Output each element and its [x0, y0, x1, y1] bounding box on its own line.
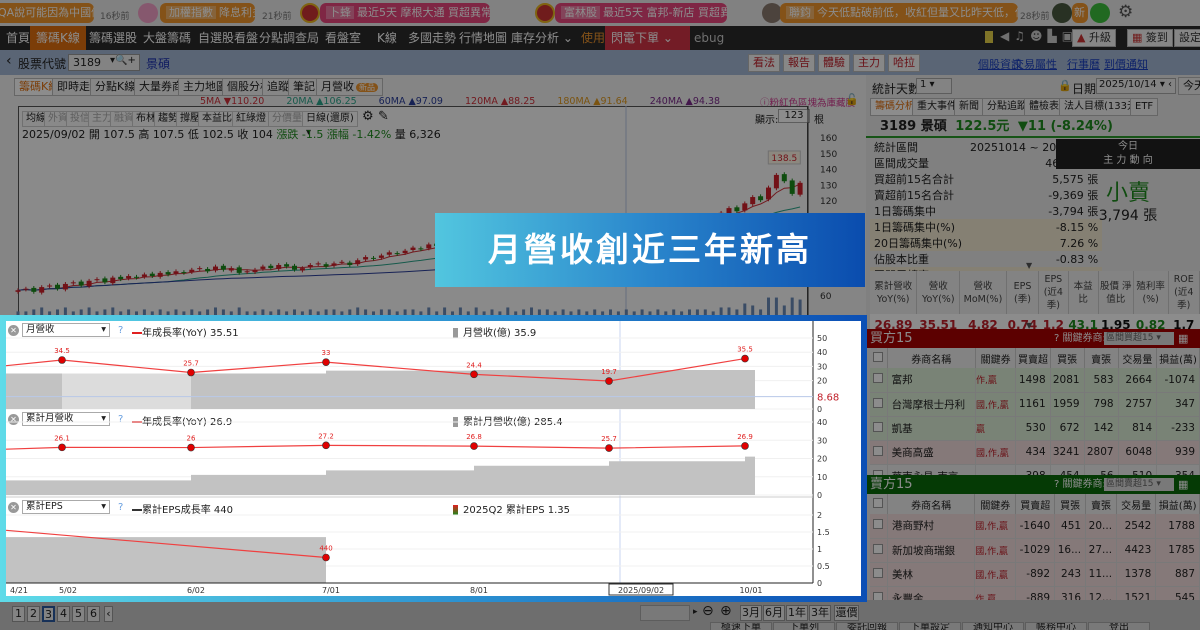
- growth-point-label: 26: [187, 435, 196, 443]
- growth-point[interactable]: [322, 441, 330, 450]
- y-tick: 0: [817, 491, 822, 500]
- y-tick: 40: [817, 418, 827, 427]
- revenue-charts[interactable]: 5040302008.6834.525.73324.419.735.540302…: [6, 321, 861, 596]
- growth-point[interactable]: [187, 443, 195, 452]
- marker-value: 8.68: [817, 393, 839, 404]
- growth-point[interactable]: [741, 354, 749, 363]
- x-tick: 5/02: [59, 586, 77, 595]
- revenue-bar-highlight: [62, 373, 191, 409]
- growth-point-label: 26.9: [737, 433, 753, 441]
- growth-point-label: 25.7: [601, 435, 617, 443]
- growth-line: [6, 444, 746, 450]
- growth-point-label: 440: [319, 545, 332, 553]
- y-tick: 30: [817, 436, 827, 445]
- growth-point-label: 33: [322, 349, 331, 357]
- y-tick: 50: [817, 334, 827, 343]
- growth-point[interactable]: [58, 443, 66, 452]
- growth-point-label: 26.1: [54, 434, 70, 442]
- growth-point-label: 19.7: [601, 368, 617, 376]
- growth-point[interactable]: [322, 553, 330, 562]
- growth-point[interactable]: [605, 444, 613, 452]
- growth-point-label: 34.5: [54, 347, 70, 355]
- growth-point-label: 35.5: [737, 346, 753, 354]
- growth-point[interactable]: [58, 356, 66, 364]
- revenue-highlight-panel: ✕ 月營收 ▾? 年成長率(YoY) 35.51 月營收(億) 35.9 ✕ 累計月營收 ▾?…: [0, 315, 867, 602]
- y-tick: 0: [817, 579, 822, 588]
- y-tick: 20: [817, 455, 827, 464]
- growth-point[interactable]: [605, 377, 613, 385]
- y-tick: 2: [817, 511, 822, 520]
- x-tick: 6/02: [187, 586, 205, 595]
- x-tick: 4/21: [10, 586, 28, 595]
- y-tick: 40: [817, 348, 827, 357]
- growth-point[interactable]: [322, 358, 330, 366]
- x-tick: 2025/09/02: [618, 586, 664, 595]
- revenue-area: [6, 456, 755, 495]
- growth-point-label: 24.4: [466, 361, 482, 369]
- y-tick: 0.5: [817, 562, 830, 571]
- growth-point[interactable]: [741, 442, 749, 450]
- growth-point[interactable]: [187, 368, 195, 377]
- y-tick: 1: [817, 545, 822, 554]
- x-tick: 8/01: [470, 586, 488, 595]
- x-tick: 7/01: [322, 586, 340, 595]
- growth-point-label: 27.2: [318, 432, 334, 440]
- y-tick: 1.5: [817, 528, 830, 537]
- y-tick: 30: [817, 362, 827, 371]
- growth-point[interactable]: [470, 442, 478, 450]
- y-tick: 10: [817, 473, 827, 482]
- x-tick: 10/01: [739, 586, 762, 595]
- growth-point-label: 26.8: [466, 433, 482, 441]
- growth-point[interactable]: [470, 370, 478, 379]
- growth-point-label: 25.7: [183, 360, 199, 368]
- headline-banner: 月營收創近三年新高: [435, 213, 865, 287]
- y-tick: 0: [817, 405, 822, 414]
- y-tick: 20: [817, 377, 827, 386]
